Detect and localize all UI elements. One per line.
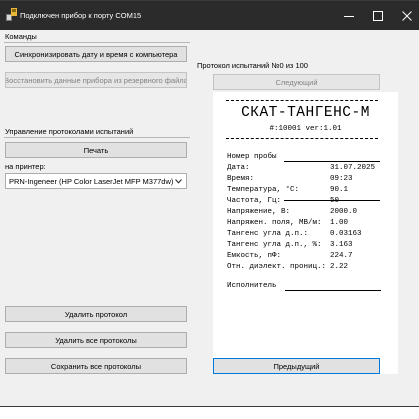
delete-all-protocols-button[interactable]: Удалить все протоколы — [5, 332, 187, 348]
printer-select-value: PRN-Ingeneer (HP Color LaserJet MFP M377… — [9, 177, 174, 186]
sample-number-label: Номер пробы — [227, 153, 277, 161]
receipt-row-key: Тангенс угла д.п.: — [227, 230, 309, 238]
minimize-button[interactable] — [333, 1, 365, 30]
close-button[interactable] — [391, 1, 419, 30]
receipt-row-value: 1.00 — [330, 219, 349, 227]
receipt-row-value: 90.1 — [330, 186, 349, 194]
receipt-serial: #:10001 ver:1.01 — [269, 125, 342, 133]
delete-protocol-button[interactable]: Удалить протокол — [5, 306, 187, 322]
receipt-row-key: Напряжен. поля, МВ/м: — [227, 219, 322, 227]
next-button[interactable]: Следующий — [213, 74, 380, 90]
protocols-label: Управление протоколами испытаний — [5, 127, 134, 136]
receipt-title: СКАТ-ТАНГЕНС-М — [241, 105, 370, 121]
minimize-icon — [344, 15, 354, 17]
receipt-row-value: 224.7 — [330, 252, 353, 260]
protocols-separator — [4, 137, 190, 138]
sync-datetime-button[interactable]: Синхронизировать дату и время с компьюте… — [5, 46, 187, 62]
receipt-divider — [226, 138, 378, 139]
receipt-row-value: 09:23 — [330, 175, 353, 183]
receipt-row-key: Частота, Гц: — [227, 197, 282, 205]
receipt-row-value: 2000.0 — [330, 208, 358, 216]
receipt-row-value: 2.22 — [330, 263, 349, 271]
maximize-button[interactable] — [362, 1, 394, 30]
receipt-row-key: Время: — [227, 175, 255, 183]
receipt-row-key: Дата: — [227, 164, 250, 172]
receipt-row-key: Емкость, пФ: — [227, 252, 282, 260]
window-title: Подключен прибор к порту COM15 — [20, 11, 142, 20]
executor-signature-line — [285, 290, 381, 291]
executor-label: Исполнитель — [227, 282, 277, 290]
receipt-row-key: Напряжение, В: — [227, 208, 291, 216]
close-icon — [402, 10, 412, 21]
receipt-row-value: 50 — [330, 197, 340, 205]
printer-label: на принтер: — [5, 162, 46, 171]
printer-select[interactable]: PRN-Ingeneer (HP Color LaserJet MFP M377… — [5, 173, 187, 189]
receipt-row-key: Отн. диэлект. прониц.: — [227, 263, 327, 271]
protocol-label: Протокол испытаний №0 из 100 — [197, 61, 308, 70]
client-area: Команды Синхронизировать дату и время с … — [0, 30, 419, 406]
print-button[interactable]: Печать — [5, 142, 187, 158]
receipt-divider — [226, 100, 378, 101]
protocol-preview: СКАТ-ТАНГЕНС-М #:10001 ver:1.01 Номер пр… — [213, 92, 398, 374]
save-all-protocols-button[interactable]: Сохранить все протоколы — [5, 358, 187, 374]
commands-label: Команды — [5, 32, 37, 41]
receipt-row-key: Температура, °С: — [227, 186, 300, 194]
receipt-divider-line — [284, 200, 380, 201]
previous-button[interactable]: Предыдущий — [213, 358, 380, 374]
chevron-down-icon — [175, 179, 182, 184]
receipt-row-value: 3.163 — [330, 241, 353, 249]
receipt-row-key: Тангенс угла д.п., %: — [227, 241, 322, 249]
receipt-row-value: 31.07.2025 — [330, 164, 376, 172]
commands-separator — [4, 42, 190, 43]
app-window: Подключен прибор к порту COM15 Команды С… — [0, 1, 419, 406]
app-icon — [6, 8, 17, 21]
sample-number-line — [284, 161, 380, 162]
receipt-row-value: 0.03163 — [330, 230, 362, 238]
maximize-icon — [373, 10, 383, 21]
title-bar[interactable]: Подключен прибор к порту COM15 — [0, 1, 419, 30]
restore-backup-button[interactable]: Восстановить данные прибора из резервног… — [5, 72, 187, 88]
